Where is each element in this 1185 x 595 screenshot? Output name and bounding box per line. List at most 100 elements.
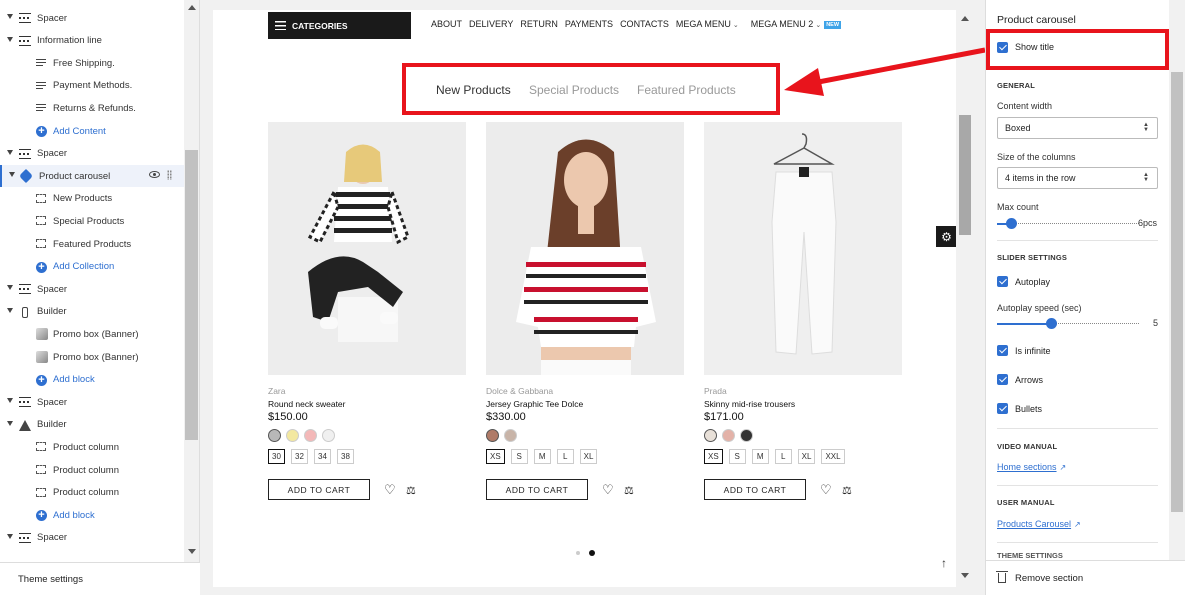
- products-carousel-link[interactable]: Products Carousel ↗: [997, 519, 1081, 529]
- sidebar-item[interactable]: Product carousel: [0, 165, 184, 188]
- sidebar-item[interactable]: Builder: [0, 301, 184, 323]
- compare-scales-icon[interactable]: ⚖: [624, 484, 634, 497]
- size-option[interactable]: XS: [704, 449, 723, 464]
- product-name[interactable]: Skinny mid-rise trousers: [704, 399, 795, 409]
- size-option[interactable]: S: [728, 449, 746, 464]
- caret-down-icon[interactable]: [7, 307, 13, 313]
- color-swatch[interactable]: [322, 429, 335, 442]
- home-sections-link[interactable]: Home sections ↗: [997, 462, 1066, 472]
- sidebar-item[interactable]: + Add block: [0, 369, 184, 391]
- sidebar-item[interactable]: New Products: [0, 188, 184, 210]
- nav-delivery[interactable]: DELIVERY: [469, 19, 513, 29]
- scroll-up-icon[interactable]: [961, 16, 969, 21]
- sidebar-item[interactable]: Featured Products: [0, 233, 184, 255]
- wishlist-heart-icon[interactable]: ♡: [820, 483, 832, 496]
- add-to-cart-button[interactable]: ADD TO CART: [704, 479, 806, 500]
- size-option[interactable]: 32: [291, 449, 308, 464]
- product-brand[interactable]: Prada: [704, 386, 727, 396]
- color-swatch[interactable]: [504, 429, 517, 442]
- bullets-checkbox[interactable]: [997, 403, 1008, 414]
- size-option[interactable]: M: [751, 449, 769, 464]
- visibility-eye-icon[interactable]: [149, 171, 160, 179]
- size-option[interactable]: 30: [268, 449, 285, 464]
- scrollbar-thumb[interactable]: [959, 115, 971, 235]
- nav-payments[interactable]: PAYMENTS: [565, 19, 613, 29]
- show-title-checkbox[interactable]: [997, 42, 1008, 53]
- tab-featured-products[interactable]: Featured Products: [637, 83, 736, 97]
- caret-down-icon[interactable]: [7, 14, 13, 19]
- scroll-down-icon[interactable]: [188, 549, 196, 554]
- arrows-checkbox[interactable]: [997, 374, 1008, 385]
- sidebar-item[interactable]: Spacer: [0, 527, 184, 549]
- pagination-dot[interactable]: [576, 551, 580, 555]
- nav-about[interactable]: ABOUT: [431, 19, 462, 29]
- sidebar-item[interactable]: Product column: [0, 482, 184, 504]
- nav-mega-menu[interactable]: MEGA MENU ⌄: [676, 19, 739, 29]
- nav-return[interactable]: RETURN: [520, 19, 558, 29]
- caret-down-icon[interactable]: [9, 172, 15, 178]
- size-option[interactable]: XL: [797, 449, 816, 464]
- sidebar-item[interactable]: + Add Collection: [0, 256, 184, 278]
- color-swatch[interactable]: [286, 429, 299, 442]
- product-name[interactable]: Jersey Graphic Tee Dolce: [486, 399, 583, 409]
- add-to-cart-button[interactable]: ADD TO CART: [268, 479, 370, 500]
- product-image[interactable]: [268, 122, 466, 375]
- back-to-top-icon[interactable]: ↑: [941, 556, 947, 570]
- product-brand[interactable]: Zara: [268, 386, 285, 396]
- wishlist-heart-icon[interactable]: ♡: [602, 483, 614, 496]
- tab-new-products[interactable]: New Products: [436, 83, 511, 97]
- color-swatch[interactable]: [268, 429, 281, 442]
- columns-select[interactable]: 4 items in the row ▲ ▼: [997, 167, 1158, 189]
- sidebar-item[interactable]: Special Products: [0, 210, 184, 232]
- autoplay-speed-slider[interactable]: [997, 318, 1139, 329]
- size-option[interactable]: XXL: [821, 449, 845, 464]
- size-option[interactable]: L: [556, 449, 574, 464]
- content-width-select[interactable]: Boxed ▲ ▼: [997, 117, 1158, 139]
- settings-gear-icon[interactable]: ⚙: [936, 226, 956, 247]
- max-count-slider[interactable]: [997, 218, 1139, 229]
- caret-down-icon[interactable]: [7, 149, 13, 155]
- scroll-down-icon[interactable]: [961, 573, 969, 578]
- caret-down-icon[interactable]: [7, 36, 13, 42]
- product-image[interactable]: [486, 122, 684, 375]
- sidebar-item[interactable]: Product column: [0, 436, 184, 458]
- autoplay-checkbox[interactable]: [997, 276, 1008, 287]
- sidebar-item[interactable]: + Add Content: [0, 120, 184, 142]
- wishlist-heart-icon[interactable]: ♡: [384, 483, 396, 496]
- sidebar-item[interactable]: Spacer: [0, 391, 184, 413]
- scrollbar-thumb[interactable]: [185, 150, 198, 440]
- sidebar-item[interactable]: Payment Methods.: [0, 75, 184, 97]
- size-option[interactable]: L: [774, 449, 792, 464]
- color-swatch[interactable]: [704, 429, 717, 442]
- sidebar-item[interactable]: Returns & Refunds.: [0, 97, 184, 119]
- color-swatch[interactable]: [304, 429, 317, 442]
- product-name[interactable]: Round neck sweater: [268, 399, 346, 409]
- scrollbar-thumb[interactable]: [1171, 72, 1183, 512]
- categories-button[interactable]: CATEGORIES: [268, 12, 411, 39]
- size-option[interactable]: 34: [314, 449, 331, 464]
- sidebar-item[interactable]: Spacer: [0, 7, 184, 29]
- drag-handle-icon[interactable]: [167, 170, 172, 181]
- panel-scrollbar[interactable]: [1169, 0, 1185, 560]
- size-option[interactable]: S: [510, 449, 528, 464]
- sidebar-item[interactable]: Product column: [0, 459, 184, 481]
- sidebar-item[interactable]: Information line: [0, 30, 184, 52]
- sidebar-item[interactable]: Promo box (Banner): [0, 323, 184, 345]
- compare-scales-icon[interactable]: ⚖: [842, 484, 852, 497]
- sidebar-scrollbar[interactable]: [184, 0, 199, 562]
- color-swatch[interactable]: [740, 429, 753, 442]
- sidebar-item[interactable]: Spacer: [0, 143, 184, 165]
- sidebar-item[interactable]: Promo box (Banner): [0, 346, 184, 368]
- size-option[interactable]: XL: [579, 449, 598, 464]
- add-to-cart-button[interactable]: ADD TO CART: [486, 479, 588, 500]
- caret-down-icon[interactable]: [7, 420, 13, 426]
- nav-mega-menu-2[interactable]: MEGA MENU 2 ⌄ NEW: [751, 19, 842, 29]
- theme-settings-button[interactable]: Theme settings: [0, 562, 200, 595]
- caret-down-icon[interactable]: [7, 533, 13, 539]
- color-swatch[interactable]: [722, 429, 735, 442]
- sidebar-item[interactable]: Builder: [0, 414, 184, 436]
- sidebar-item[interactable]: + Add block: [0, 504, 184, 526]
- infinite-checkbox[interactable]: [997, 345, 1008, 356]
- size-option[interactable]: M: [533, 449, 551, 464]
- compare-scales-icon[interactable]: ⚖: [406, 484, 416, 497]
